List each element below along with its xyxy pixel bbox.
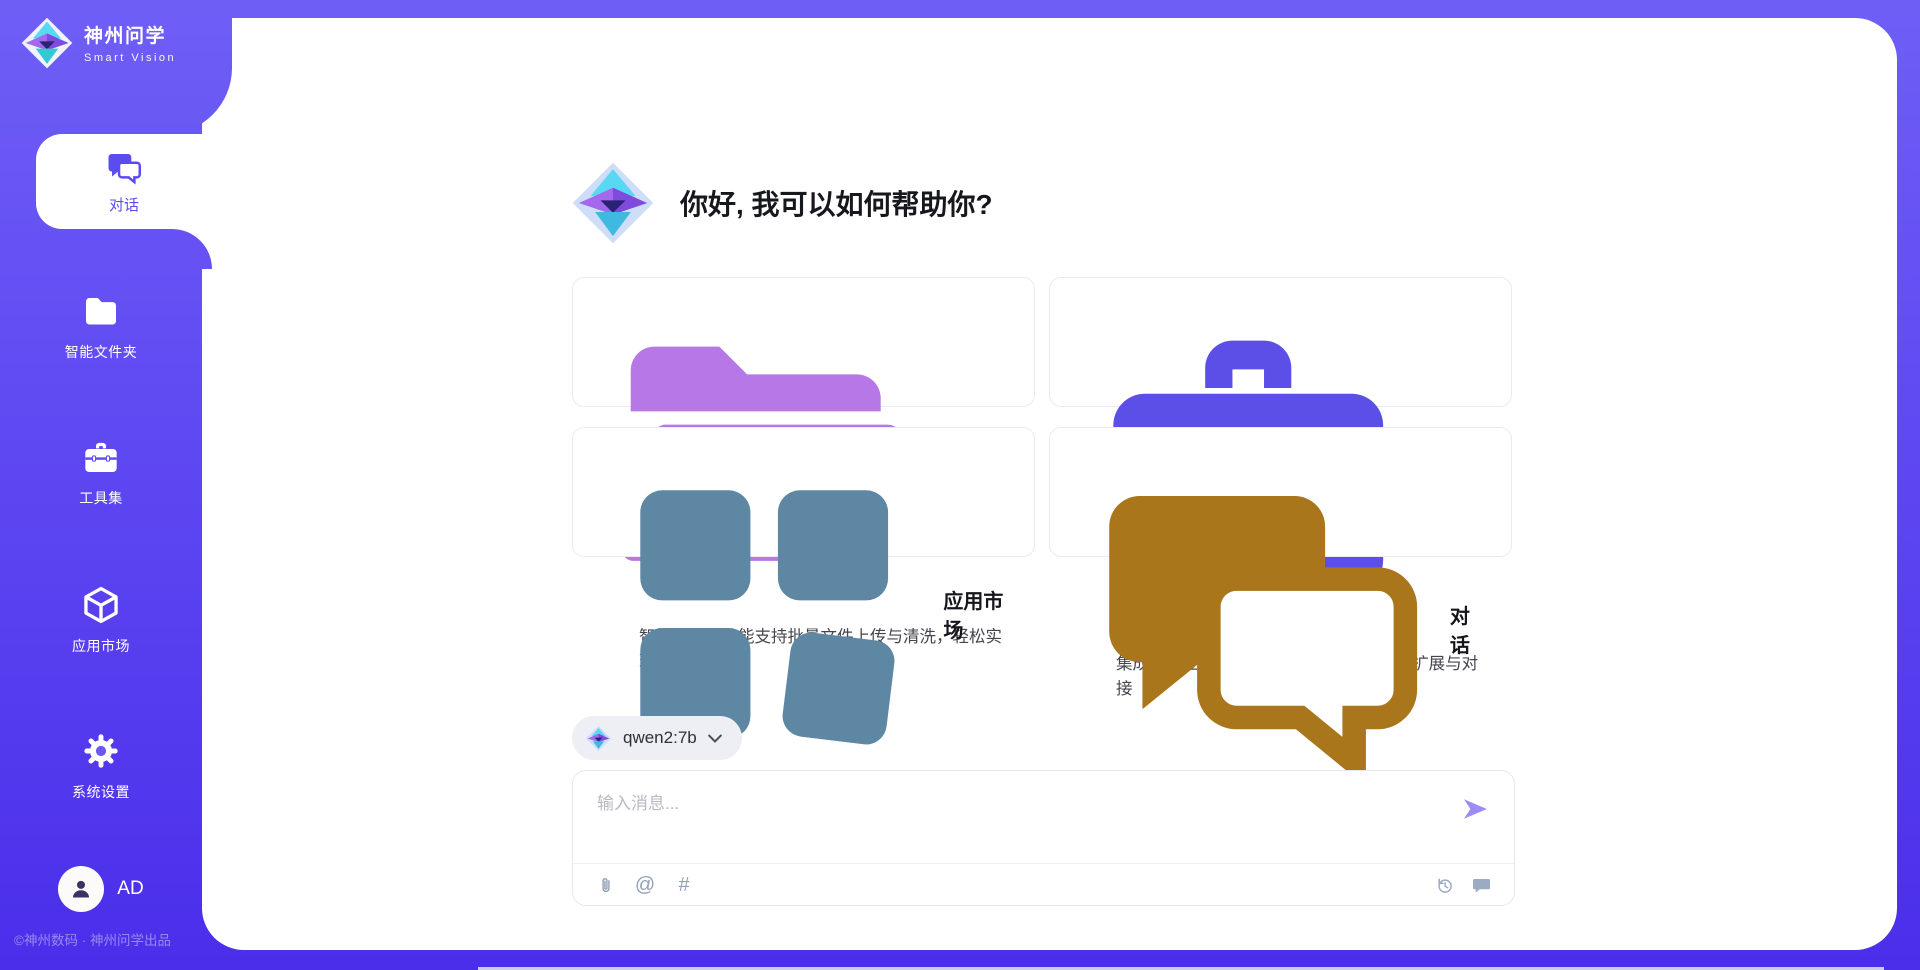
at-icon[interactable]: @ xyxy=(634,874,656,896)
sidebar-item-chat[interactable]: 对话 xyxy=(36,134,212,229)
person-icon xyxy=(68,876,94,902)
send-icon[interactable] xyxy=(1460,794,1490,824)
copyright-text: ©神州数码 · 神州问学出品 xyxy=(14,929,171,949)
card-app-market[interactable]: 应用市场 应用市场提供丰富长文本模板，助力高效生成多样化文章内容 xyxy=(572,427,1035,557)
history-icon[interactable] xyxy=(1433,874,1455,896)
sidebar-item-label: 工具集 xyxy=(79,488,123,508)
paperclip-icon[interactable] xyxy=(595,874,617,896)
brand-text: 神州问学 Smart Vision xyxy=(84,21,176,64)
sidebar-item-label: 系统设置 xyxy=(72,782,130,802)
sidebar-item-label: 应用市场 xyxy=(72,636,130,656)
brand-logo-block[interactable]: 神州问学 Smart Vision xyxy=(0,0,232,134)
tab-corner-fillet xyxy=(172,229,212,269)
hash-icon[interactable]: # xyxy=(673,874,695,896)
sidebar-item-label: 对话 xyxy=(109,194,139,215)
greeting-title: 你好, 我可以如何帮助你? xyxy=(680,183,993,223)
chevron-down-icon xyxy=(708,734,722,743)
gem-logo-icon xyxy=(570,160,656,246)
sidebar-item-smart-folder[interactable]: 智能文件夹 xyxy=(0,292,202,362)
message-composer: @ # xyxy=(572,770,1515,906)
brand-name: 神州问学 xyxy=(84,21,176,48)
card-smart-folder[interactable]: 智能文件夹 智能文件夹功能支持批量文件上传与清洗，轻松实现文件问答 xyxy=(572,277,1035,407)
gear-icon xyxy=(80,730,122,772)
app-window: 神州问学 Smart Vision 对话 智能文件夹 工具集 xyxy=(0,0,1920,970)
card-title: 对话 xyxy=(1450,600,1485,658)
avatar xyxy=(58,866,104,912)
sidebar-item-label: 智能文件夹 xyxy=(65,342,138,362)
sidebar-item-app-market[interactable]: 应用市场 xyxy=(0,584,202,656)
card-chat[interactable]: 对话 灵活切换多模型文件，支持多样回复效果调试，满足个性化需求 xyxy=(1049,427,1512,557)
model-name: qwen2:7b xyxy=(623,728,697,748)
chat-icon xyxy=(105,149,143,187)
chat-bubble-icon[interactable] xyxy=(1470,874,1492,896)
sidebar-item-toolset[interactable]: 工具集 xyxy=(0,438,202,508)
briefcase-icon xyxy=(81,438,121,478)
composer-toolbar: @ # xyxy=(595,864,1492,906)
gem-logo-icon xyxy=(20,16,74,70)
brand-subtitle: Smart Vision xyxy=(84,52,176,64)
greeting-block: 你好, 我可以如何帮助你? xyxy=(570,160,993,246)
card-toolset[interactable]: 工具集 集成市场上主流工具，助力AI与外界无缝扩展与对接 xyxy=(1049,277,1512,407)
user-name: AD xyxy=(117,878,143,900)
folder-icon xyxy=(81,292,121,332)
card-title: 应用市场 xyxy=(943,585,1008,643)
chat-icon xyxy=(1076,449,1436,809)
message-input[interactable] xyxy=(595,787,1429,853)
sidebar-item-settings[interactable]: 系统设置 xyxy=(0,730,202,802)
feature-cards: 智能文件夹 智能文件夹功能支持批量文件上传与清洗，轻松实现文件问答 工具集 集成… xyxy=(572,277,1512,557)
gem-logo-icon xyxy=(585,725,612,752)
cube-icon xyxy=(80,584,122,626)
model-selector[interactable]: qwen2:7b xyxy=(572,716,742,760)
user-account[interactable]: AD xyxy=(0,866,202,912)
